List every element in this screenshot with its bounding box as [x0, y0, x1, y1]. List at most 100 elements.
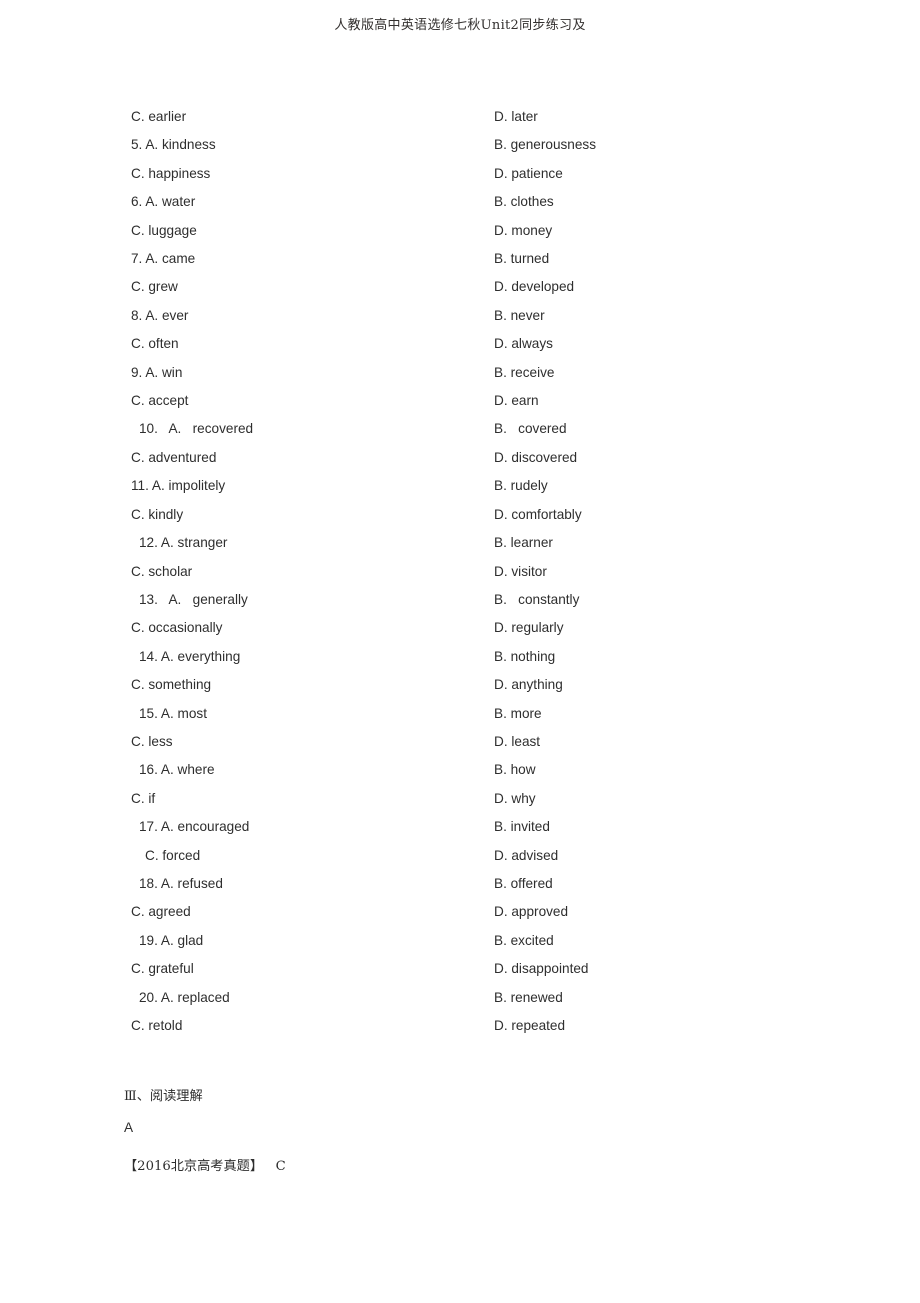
option-row: C. earlier D. later [0, 103, 920, 131]
option-row: C. often D. always [0, 330, 920, 358]
option-choice-right: D. comfortably [494, 506, 582, 522]
option-choice-left: 7. A. came [131, 251, 196, 267]
option-choice-left: 12. A. stranger [139, 535, 228, 551]
option-row: 6. A. water B. clothes [0, 188, 920, 216]
option-choice-right: B. excited [494, 932, 554, 948]
option-row: C. agreed D. approved [0, 898, 920, 926]
option-choice-left: 18. A. refused [139, 875, 223, 891]
option-choice-right: B. learner [494, 535, 553, 551]
option-choice-left: C. adventured [131, 449, 217, 465]
option-row: 17. A. encouraged B. invited [0, 813, 920, 841]
option-row: 16. A. where B. how [0, 756, 920, 784]
option-row: 15. A. most B. more [0, 700, 920, 728]
option-choice-left: C. often [131, 336, 179, 352]
option-row: C. forced D. advised [0, 842, 920, 870]
option-row: C. accept D. earn [0, 387, 920, 415]
option-choice-right: D. why [494, 790, 536, 806]
option-row: C. luggage D. money [0, 217, 920, 245]
option-choice-right: B. covered [494, 421, 567, 437]
option-choice-left: C. earlier [131, 109, 187, 124]
option-choice-left: 17. A. encouraged [139, 819, 250, 835]
option-row: C. something D. anything [0, 671, 920, 699]
option-choice-left: C. retold [131, 1018, 183, 1033]
option-choice-right: D. anything [494, 677, 563, 693]
option-choice-right: B. more [494, 705, 542, 721]
option-row: 14. A. everything B. nothing [0, 643, 920, 671]
document-header-title: 人教版高中英语选修七秋Unit2同步练习及 [334, 17, 586, 33]
option-choice-right: B. nothing [494, 648, 556, 664]
option-row: 10. A. recovered B. covered [0, 415, 920, 443]
option-choice-right: D. advised [494, 847, 559, 863]
option-row: C. grateful D. disappointed [0, 955, 920, 983]
exam-source-note: 【2016北京高考真题】 C [124, 1159, 286, 1174]
option-choice-left: C. something [131, 677, 212, 693]
option-choice-left: 9. A. win [131, 364, 183, 380]
option-choice-left: 14. A. everything [139, 648, 241, 664]
option-choice-left: C. grateful [131, 961, 194, 977]
page-header: 人教版高中英语选修七秋Unit2同步练习及 [0, 0, 920, 46]
option-choice-right: B. how [494, 762, 536, 778]
option-choice-left: C. happiness [131, 165, 211, 181]
option-choice-right: D. visitor [494, 563, 547, 579]
option-choice-right: D. repeated [494, 1018, 566, 1033]
option-choice-right: B. never [494, 307, 545, 323]
option-choice-right: D. patience [494, 165, 563, 181]
option-choice-left: 16. A. where [139, 762, 215, 778]
option-row: 18. A. refused B. offered [0, 870, 920, 898]
option-choice-left: C. luggage [131, 222, 197, 238]
option-row: C. occasionally D. regularly [0, 614, 920, 642]
option-row: C. less D. least [0, 728, 920, 756]
option-choice-right: B. invited [494, 819, 550, 835]
option-row: C. if D. why [0, 785, 920, 813]
option-choice-left: 11. A. impolitely [131, 478, 226, 494]
option-choice-left: 10. A. recovered [139, 421, 254, 437]
option-choice-right: D. always [494, 336, 553, 352]
option-choice-left: C. accept [131, 393, 189, 409]
option-choice-left: 5. A. kindness [131, 137, 216, 153]
option-row: 11. A. impolitely B. rudely [0, 472, 920, 500]
option-choice-right: D. developed [494, 279, 575, 295]
option-row: C. scholar D. visitor [0, 558, 920, 586]
option-choice-right: D. discovered [494, 449, 578, 465]
option-choice-right: B. generousness [494, 137, 597, 153]
option-choice-left: 20. A. replaced [139, 989, 230, 1005]
option-choice-right: B. clothes [494, 194, 554, 210]
option-row: 19. A. glad B. excited [0, 927, 920, 955]
option-row: 8. A. ever B. never [0, 302, 920, 330]
option-row: 20. A. replaced B. renewed [0, 984, 920, 1012]
option-choice-right: D. regularly [494, 620, 564, 636]
cloze-options-list: C. earlier D. later 5. A. kindness B. gener… [0, 103, 920, 1040]
option-row: 13. A. generally B. constantly [0, 586, 920, 614]
option-choice-right: B. offered [494, 875, 553, 891]
option-choice-left: C. agreed [131, 904, 191, 920]
option-choice-left: C. scholar [131, 563, 193, 579]
option-choice-right: D. disappointed [494, 961, 589, 977]
option-choice-left: 15. A. most [139, 705, 208, 721]
option-choice-right: B. receive [494, 364, 555, 380]
option-row: C. kindly D. comfortably [0, 501, 920, 529]
option-choice-right: D. least [494, 733, 541, 749]
option-choice-right: B. rudely [494, 478, 548, 494]
option-row: C. grew D. developed [0, 273, 920, 301]
option-choice-left: C. grew [131, 279, 178, 295]
option-row: C. adventured D. discovered [0, 444, 920, 472]
option-row: 7. A. came B. turned [0, 245, 920, 273]
reading-section-heading: Ⅲ、阅读理解 [124, 1089, 203, 1104]
option-choice-left: C. less [131, 733, 173, 749]
option-choice-right: D. money [494, 222, 553, 238]
option-choice-left: 8. A. ever [131, 307, 189, 323]
passage-label-a: A [124, 1120, 134, 1135]
option-row: C. retold D. repeated [0, 1012, 920, 1040]
option-choice-left: 19. A. glad [139, 932, 204, 948]
option-row: 9. A. win B. receive [0, 359, 920, 387]
option-row: 12. A. stranger B. learner [0, 529, 920, 557]
option-choice-left: 13. A. generally [139, 591, 248, 607]
option-row: C. happiness D. patience [0, 160, 920, 188]
option-choice-left: C. forced [145, 847, 201, 863]
option-choice-right: B. turned [494, 251, 550, 267]
option-choice-right: B. constantly [494, 591, 580, 607]
option-choice-left: C. kindly [131, 506, 184, 522]
option-row: 5. A. kindness B. generousness [0, 131, 920, 159]
option-choice-left: C. if [131, 790, 156, 806]
option-choice-right: D. earn [494, 393, 539, 409]
